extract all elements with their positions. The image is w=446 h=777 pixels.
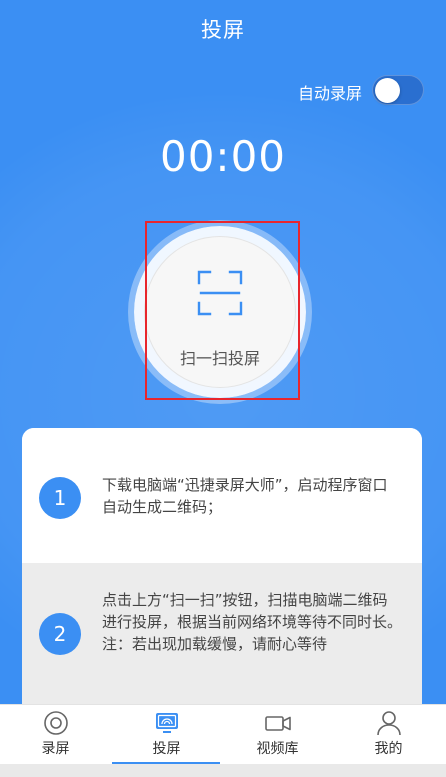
highlight-box xyxy=(145,221,300,400)
step-number-badge: 1 xyxy=(39,477,81,519)
bottom-strip xyxy=(0,764,446,777)
tab-label: 录屏 xyxy=(41,741,70,757)
tab-label: 视频库 xyxy=(256,741,299,757)
tab-record[interactable]: 录屏 xyxy=(0,705,111,765)
page-title: 投屏 xyxy=(201,18,245,42)
user-icon xyxy=(376,711,401,736)
toggle-knob xyxy=(375,78,400,103)
auto-record-toggle[interactable] xyxy=(372,75,424,105)
video-camera-icon xyxy=(264,716,291,731)
tab-label: 我的 xyxy=(374,741,403,757)
step-text: 下载电脑端“迅捷录屏大师”，启动程序窗口自动生成二维码； xyxy=(102,476,388,516)
record-icon xyxy=(43,711,68,735)
instructions-card: 1 下载电脑端“迅捷录屏大师”，启动程序窗口自动生成二维码； 2 点击上方“扫一… xyxy=(22,428,422,704)
tab-cast[interactable]: 投屏 xyxy=(111,705,222,765)
cast-icon xyxy=(155,713,178,733)
instruction-step: 2 点击上方“扫一扫”按钮，扫描电脑端二维码进行投屏，根据当前网络环境等待不同时… xyxy=(22,563,422,704)
record-timer: 00:00 xyxy=(159,132,287,181)
bottom-tab-bar: 录屏 投屏 视频库 我的 xyxy=(0,704,446,765)
step-text: 点击上方“扫一扫”按钮，扫描电脑端二维码进行投屏，根据当前网络环境等待不同时长。… xyxy=(102,591,403,653)
instruction-step: 1 下载电脑端“迅捷录屏大师”，启动程序窗口自动生成二维码； xyxy=(22,428,422,563)
auto-record-label: 自动录屏 xyxy=(297,84,362,103)
step-number-badge: 2 xyxy=(39,613,81,655)
tab-profile[interactable]: 我的 xyxy=(333,705,444,765)
tab-video-library[interactable]: 视频库 xyxy=(222,705,333,765)
hero-panel: 投屏 自动录屏 00:00 扫一扫投屏 1 下载电脑端“迅捷录屏大师”，启动程序… xyxy=(0,0,446,704)
tab-label: 投屏 xyxy=(152,741,181,757)
